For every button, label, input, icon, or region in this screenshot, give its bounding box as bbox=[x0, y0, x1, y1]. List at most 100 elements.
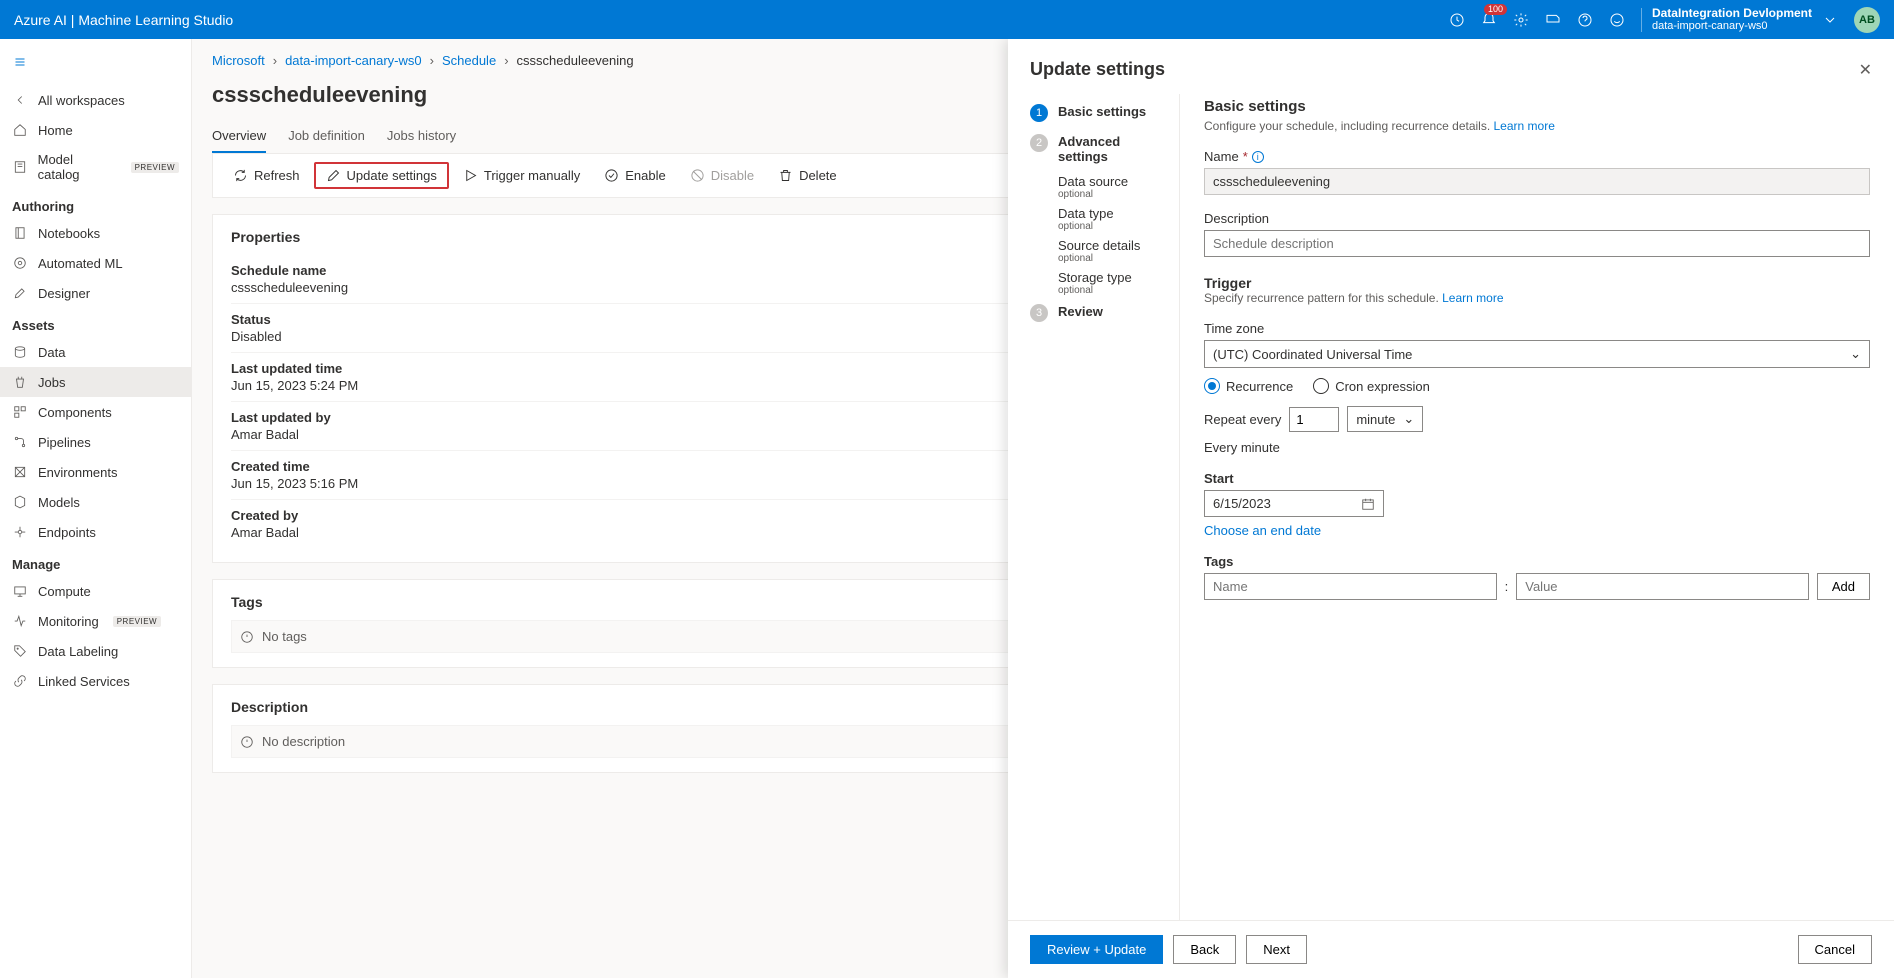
sidebar-jobs[interactable]: Jobs bbox=[0, 367, 191, 397]
sidebar-data[interactable]: Data bbox=[0, 337, 191, 367]
chevron-down-icon[interactable] bbox=[1816, 6, 1844, 34]
sidebar-pipelines[interactable]: Pipelines bbox=[0, 427, 191, 457]
refresh-button[interactable]: Refresh bbox=[223, 163, 310, 188]
review-update-button[interactable]: Review + Update bbox=[1030, 935, 1163, 964]
step-number: 2 bbox=[1030, 134, 1048, 152]
update-settings-button[interactable]: Update settings bbox=[314, 162, 449, 189]
repeat-label: Repeat every bbox=[1204, 412, 1281, 427]
substep-data-type[interactable]: Data typeoptional bbox=[1030, 202, 1165, 234]
components-icon bbox=[12, 404, 28, 420]
preview-badge: PREVIEW bbox=[113, 616, 161, 627]
trigger-manually-button[interactable]: Trigger manually bbox=[453, 163, 590, 188]
delete-button[interactable]: Delete bbox=[768, 163, 847, 188]
catalog-icon bbox=[12, 159, 28, 175]
name-input[interactable] bbox=[1204, 168, 1870, 195]
cancel-button[interactable]: Cancel bbox=[1798, 935, 1872, 964]
stepper: 1Basic settings 2Advanced settings Data … bbox=[1008, 94, 1180, 920]
close-panel-button[interactable]: ✕ bbox=[1859, 60, 1872, 80]
breadcrumb-link[interactable]: data-import-canary-ws0 bbox=[285, 53, 422, 68]
panel-title: Update settings bbox=[1030, 59, 1165, 80]
tab-jobs-history[interactable]: Jobs history bbox=[387, 120, 456, 153]
basic-settings-form: Basic settings Configure your schedule, … bbox=[1180, 94, 1894, 920]
step-number: 3 bbox=[1030, 304, 1048, 322]
sidebar-monitoring[interactable]: MonitoringPREVIEW bbox=[0, 606, 191, 636]
tab-overview[interactable]: Overview bbox=[212, 120, 266, 153]
step-advanced-settings[interactable]: 2Advanced settings bbox=[1030, 128, 1165, 170]
jobs-icon bbox=[12, 374, 28, 390]
sidebar-item-label: Models bbox=[38, 495, 80, 510]
panel-footer: Review + Update Back Next Cancel bbox=[1008, 920, 1894, 978]
sidebar-data-labeling[interactable]: Data Labeling bbox=[0, 636, 191, 666]
repeat-value-input[interactable] bbox=[1289, 407, 1339, 432]
feedback-icon[interactable] bbox=[1539, 6, 1567, 34]
sidebar-item-label: Automated ML bbox=[38, 256, 123, 271]
choose-end-date-link[interactable]: Choose an end date bbox=[1204, 523, 1321, 538]
description-label: Description bbox=[1204, 211, 1870, 226]
sidebar-home[interactable]: Home bbox=[0, 115, 191, 145]
start-date-picker[interactable]: 6/15/2023 bbox=[1204, 490, 1384, 517]
info-icon[interactable]: i bbox=[1252, 151, 1264, 163]
sidebar-models[interactable]: Models bbox=[0, 487, 191, 517]
learn-more-link[interactable]: Learn more bbox=[1494, 119, 1555, 133]
notifications-icon[interactable]: 100 bbox=[1475, 6, 1503, 34]
sidebar-item-label: Linked Services bbox=[38, 674, 130, 689]
designer-icon bbox=[12, 285, 28, 301]
back-button[interactable]: Back bbox=[1173, 935, 1236, 964]
recurrence-radio[interactable]: Recurrence bbox=[1204, 378, 1293, 394]
tag-name-input[interactable] bbox=[1204, 573, 1497, 600]
directory-switcher[interactable]: DataIntegration Devlopment data-import-c… bbox=[1652, 6, 1812, 34]
sidebar-linked-services[interactable]: Linked Services bbox=[0, 666, 191, 696]
smiley-icon[interactable] bbox=[1603, 6, 1631, 34]
sidebar-item-label: All workspaces bbox=[38, 93, 125, 108]
form-description: Configure your schedule, including recur… bbox=[1204, 119, 1870, 133]
description-input[interactable] bbox=[1204, 230, 1870, 257]
trigger-heading: Trigger bbox=[1204, 275, 1870, 291]
tab-job-definition[interactable]: Job definition bbox=[288, 120, 365, 153]
sidebar-section-authoring: Authoring bbox=[0, 189, 191, 218]
breadcrumb-link[interactable]: Schedule bbox=[442, 53, 496, 68]
start-label: Start bbox=[1204, 471, 1870, 486]
sidebar: All workspaces Home Model catalogPREVIEW… bbox=[0, 39, 192, 978]
substep-storage-type[interactable]: Storage typeoptional bbox=[1030, 266, 1165, 298]
timezone-select[interactable]: (UTC) Coordinated Universal Time⌄ bbox=[1204, 340, 1870, 368]
next-button[interactable]: Next bbox=[1246, 935, 1307, 964]
main-content: Microsoft› data-import-canary-ws0› Sched… bbox=[192, 39, 1894, 978]
breadcrumb-link[interactable]: Microsoft bbox=[212, 53, 265, 68]
linked-icon bbox=[12, 673, 28, 689]
step-basic-settings[interactable]: 1Basic settings bbox=[1030, 98, 1165, 128]
sidebar-components[interactable]: Components bbox=[0, 397, 191, 427]
sidebar-environments[interactable]: Environments bbox=[0, 457, 191, 487]
form-heading: Basic settings bbox=[1204, 98, 1870, 115]
sidebar-compute[interactable]: Compute bbox=[0, 576, 191, 606]
settings-icon[interactable] bbox=[1507, 6, 1535, 34]
sidebar-item-label: Home bbox=[38, 123, 73, 138]
directory-name: DataIntegration Devlopment bbox=[1652, 6, 1812, 20]
sidebar-automated-ml[interactable]: Automated ML bbox=[0, 248, 191, 278]
app-title: Azure AI | Machine Learning Studio bbox=[14, 12, 233, 28]
sidebar-item-label: Data bbox=[38, 345, 65, 360]
cron-radio[interactable]: Cron expression bbox=[1313, 378, 1430, 394]
avatar[interactable]: AB bbox=[1854, 7, 1880, 33]
sidebar-endpoints[interactable]: Endpoints bbox=[0, 517, 191, 547]
help-icon[interactable] bbox=[1571, 6, 1599, 34]
breadcrumb-current: cssscheduleevening bbox=[517, 53, 634, 68]
enable-button[interactable]: Enable bbox=[594, 163, 675, 188]
substep-source-details[interactable]: Source detailsoptional bbox=[1030, 234, 1165, 266]
compute-icon bbox=[12, 583, 28, 599]
history-icon[interactable] bbox=[1443, 6, 1471, 34]
sidebar-notebooks[interactable]: Notebooks bbox=[0, 218, 191, 248]
sidebar-designer[interactable]: Designer bbox=[0, 278, 191, 308]
repeat-summary: Every minute bbox=[1204, 440, 1870, 455]
sidebar-item-label: Pipelines bbox=[38, 435, 91, 450]
repeat-unit-select[interactable]: minute⌄ bbox=[1347, 406, 1423, 432]
collapse-sidebar-button[interactable] bbox=[10, 45, 30, 79]
add-tag-button[interactable]: Add bbox=[1817, 573, 1870, 600]
substep-data-source[interactable]: Data sourceoptional bbox=[1030, 170, 1165, 202]
tag-value-input[interactable] bbox=[1516, 573, 1809, 600]
learn-more-link[interactable]: Learn more bbox=[1442, 291, 1503, 305]
chevron-down-icon: ⌄ bbox=[1403, 411, 1414, 427]
chevron-right-icon: › bbox=[504, 53, 508, 68]
sidebar-all-workspaces[interactable]: All workspaces bbox=[0, 85, 191, 115]
sidebar-model-catalog[interactable]: Model catalogPREVIEW bbox=[0, 145, 191, 189]
step-review[interactable]: 3Review bbox=[1030, 298, 1165, 328]
